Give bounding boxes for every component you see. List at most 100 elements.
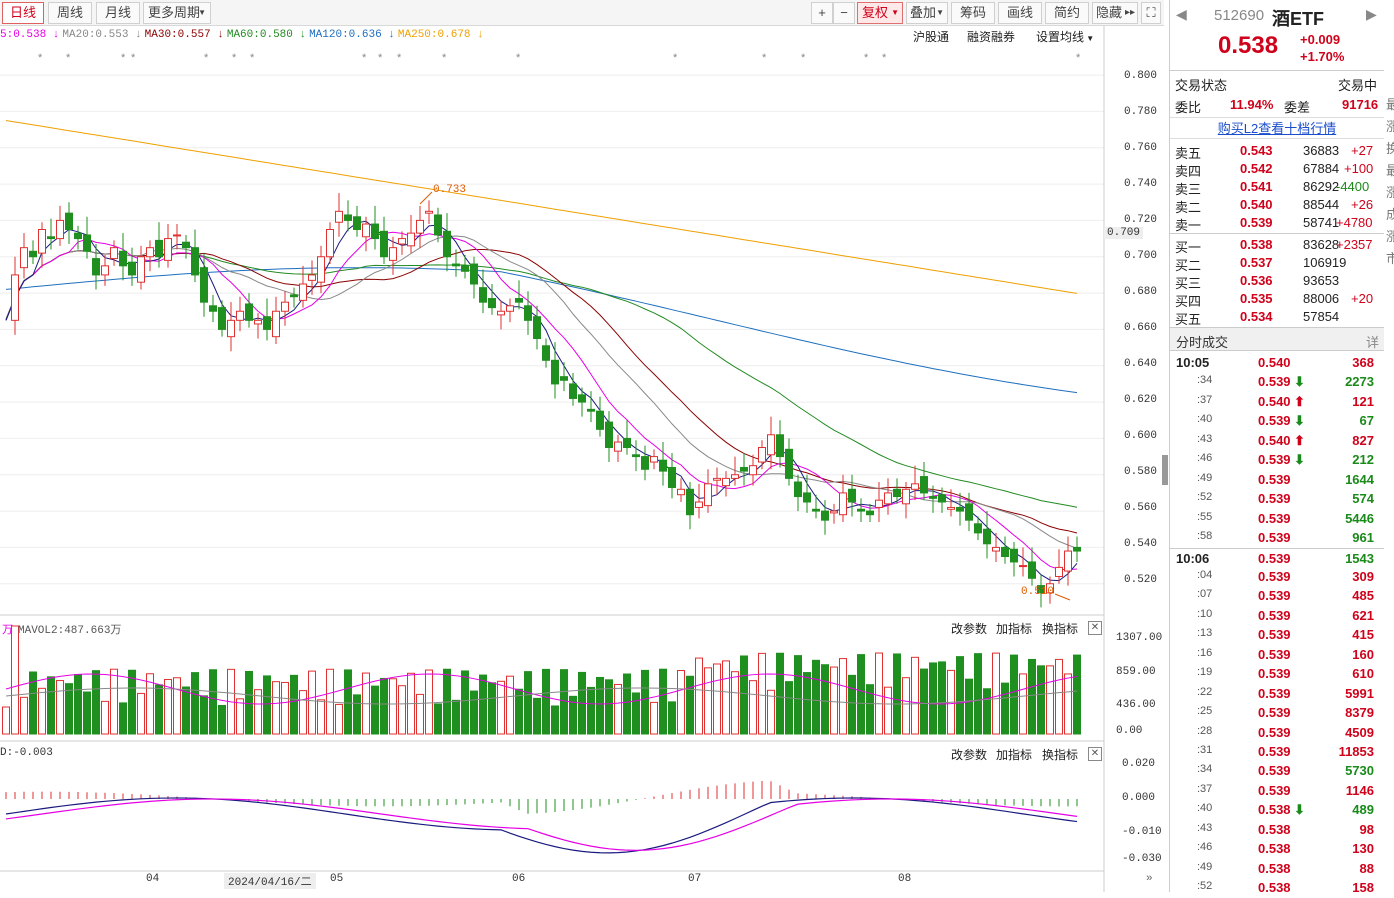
vol-add-indicator-button[interactable]: 加指标 [996,620,1032,637]
candle-body [92,258,100,276]
overlay-label: 叠加 [910,5,937,20]
vol-switch-indicator-button[interactable]: 换指标 [1042,620,1078,637]
candle-body [668,466,676,488]
macd-close-button[interactable]: ✕ [1088,747,1102,761]
fullscreen-button[interactable]: ⛶ [1141,2,1161,24]
tab-more-periods[interactable]: 更多周期 ▼ [143,2,211,24]
tick-volume: 212 [1352,452,1374,468]
volume-bar [20,696,28,735]
asks-level-row[interactable]: 卖二 0.540 88544 +26 [1170,196,1384,215]
side-stat-char: 换 [1386,141,1394,156]
asks-level-volume: 36883 [1303,143,1340,158]
scroll-right-icon[interactable]: » [1146,873,1153,885]
asks-level-row[interactable]: 卖四 0.542 67884 +100 [1170,160,1384,179]
asks-level-row[interactable]: 卖一 0.539 58741 +4780 [1170,214,1384,233]
bids-level-row[interactable]: 买一 0.538 83628 +2357 [1170,236,1384,255]
tick-row: :40 0.539 ⬇ 67 [1170,411,1384,431]
event-star-icon: * [250,52,255,64]
price-change-pct: +1.70% [1300,49,1345,64]
tick-row: :40 0.538 ⬇ 489 [1170,800,1384,820]
candle-body [992,546,1000,552]
candle-body [110,247,118,260]
candle-body [119,250,127,267]
adjust-dropdown[interactable]: 复权 ▼ [857,2,903,24]
candle-body [974,523,982,534]
candle-body [83,234,91,252]
candle-body [245,303,253,321]
tick-row: :52 0.538 158 [1170,878,1384,898]
kline-chart[interactable]: * * * * * * * * * * * * * * * * * * [0,26,1164,892]
simple-button[interactable]: 简约 [1045,2,1089,24]
tick-time: :16 [1197,646,1213,659]
candle-body [920,476,928,494]
volume-tick-label: 1307.00 [1116,632,1163,644]
event-star-icon: * [442,52,447,64]
date-tick-label: 06 [512,873,526,885]
volume-tick-label: 859.00 [1116,666,1156,678]
candle-body [758,447,766,463]
side-stat-char: 市 [1386,251,1394,266]
next-stock-icon[interactable]: ▶ [1366,6,1377,23]
candle-body [1055,566,1063,577]
candle-body [713,477,721,481]
tick-price: 0.539 [1258,374,1291,390]
macd-params-button[interactable]: 改参数 [951,746,987,763]
asks-level-label: 卖一 [1175,218,1202,233]
macd-switch-indicator-button[interactable]: 换指标 [1042,746,1078,763]
vol-close-button[interactable]: ✕ [1088,621,1102,635]
hide-button[interactable]: 隐藏 ▸▸ [1092,2,1138,24]
zoom-out-button[interactable]: − [833,2,855,24]
bids-level-row[interactable]: 买三 0.536 93653 [1170,272,1384,291]
tab-weekly[interactable]: 周线 [48,2,92,24]
draw-button[interactable]: 画线 [998,2,1042,24]
bids-level-row[interactable]: 买五 0.534 57854 [1170,308,1384,327]
volume-bar [1019,673,1027,735]
asks-level-row[interactable]: 卖三 0.541 86292 -4400 [1170,178,1384,197]
candle-body [128,261,136,276]
zoom-in-button[interactable]: + [811,2,833,24]
candle-body [902,488,910,505]
price-tick-label: 0.600 [1124,430,1158,442]
asks-level-change: +27 [1351,143,1374,158]
vol-params-button[interactable]: 改参数 [951,620,987,637]
ma60-line [5,250,1078,508]
asks-level-row[interactable]: 卖五 0.543 36883 +27 [1170,142,1384,161]
volume-bar [2,706,10,735]
candle-body [218,307,226,330]
volume-bar [533,697,541,735]
asks-level-change: +4780 [1336,215,1373,230]
volume-bar [542,668,550,735]
l2-upgrade-link[interactable]: 购买L2查看十档行情 [1170,117,1384,139]
candle-body [416,219,424,234]
candle-body [74,232,82,240]
volume-bar [92,670,100,735]
tab-daily[interactable]: 日线 [2,2,44,24]
tab-monthly[interactable]: 月线 [96,2,140,24]
candle-body [821,510,829,521]
price-tick-label: 0.540 [1124,538,1158,550]
volume-bar [461,670,469,735]
tick-time: :31 [1197,744,1213,756]
ma120-line [5,267,1078,394]
volume-bar [506,675,514,735]
prev-stock-icon[interactable]: ◀ [1176,6,1187,23]
candle-body [398,238,406,245]
volume-bar [200,695,208,735]
ticks-detail-button[interactable]: 详 [1366,332,1379,351]
bids-level-row[interactable]: 买四 0.535 88006 +20 [1170,290,1384,309]
tick-volume: 1543 [1345,550,1374,566]
candle-body [722,477,730,487]
tick-row: 10:05 0.540 368 [1170,353,1384,373]
asks-level-price: 0.541 [1240,179,1273,194]
asks-level-volume: 86292 [1303,179,1340,194]
chips-button[interactable]: 筹码 [951,2,995,24]
candle-body [830,510,838,514]
tick-volume: 8379 [1345,705,1374,721]
candle-body [956,506,964,512]
overlay-dropdown[interactable]: 叠加 ▼ [906,2,948,24]
side-stat-char: 最 [1386,97,1394,112]
tick-volume: 5446 [1345,510,1374,526]
macd-add-indicator-button[interactable]: 加指标 [996,746,1032,763]
bids-level-row[interactable]: 买二 0.537 106919 [1170,254,1384,273]
panel-collapse-handle[interactable] [1162,455,1168,485]
